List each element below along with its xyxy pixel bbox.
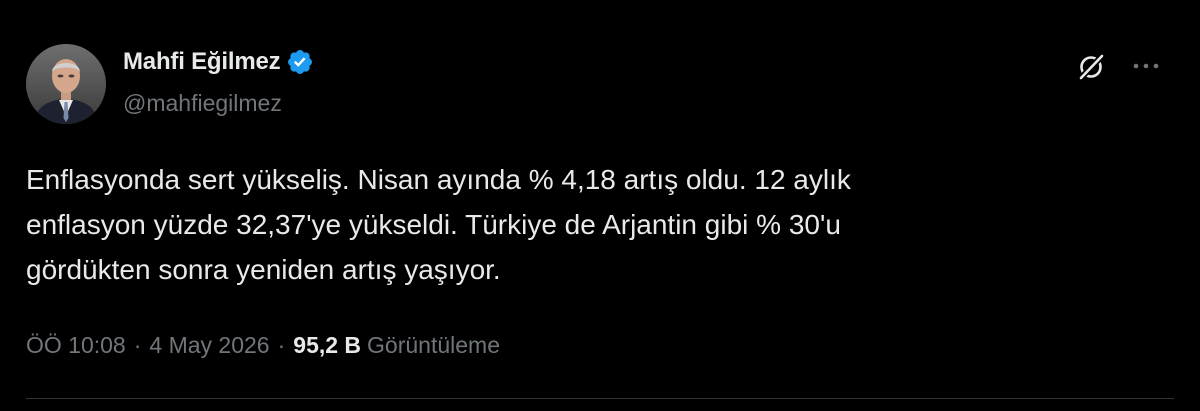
more-icon[interactable] bbox=[1128, 54, 1164, 78]
author-name-row[interactable]: Mahfi Eğilmez bbox=[123, 48, 314, 76]
views-label[interactable]: Görüntüleme bbox=[367, 332, 500, 359]
tweet-date[interactable]: 4 May 2026 bbox=[149, 332, 269, 359]
verified-badge-icon[interactable] bbox=[286, 48, 314, 76]
avatar[interactable] bbox=[26, 44, 106, 124]
author-handle[interactable]: @mahfiegilmez bbox=[123, 90, 282, 117]
tweet-time[interactable]: ÖÖ 10:08 bbox=[26, 332, 126, 359]
tweet-text: Enflasyonda sert yükseliş. Nisan ayında … bbox=[26, 164, 851, 285]
views-count[interactable]: 95,2 B bbox=[293, 332, 361, 359]
author-display-name[interactable]: Mahfi Eğilmez bbox=[123, 48, 281, 76]
meta-separator: · bbox=[277, 332, 286, 358]
meta-separator: · bbox=[133, 332, 142, 358]
tweet-card: Mahfi Eğilmez @mahfiegilmez Enflasyonda … bbox=[0, 0, 1200, 411]
grok-icon[interactable] bbox=[1076, 52, 1106, 82]
divider bbox=[26, 398, 1174, 399]
avatar-image bbox=[26, 44, 106, 124]
tweet-meta: ÖÖ 10:08 · 4 May 2026 · 95,2 B Görüntüle… bbox=[26, 332, 500, 359]
